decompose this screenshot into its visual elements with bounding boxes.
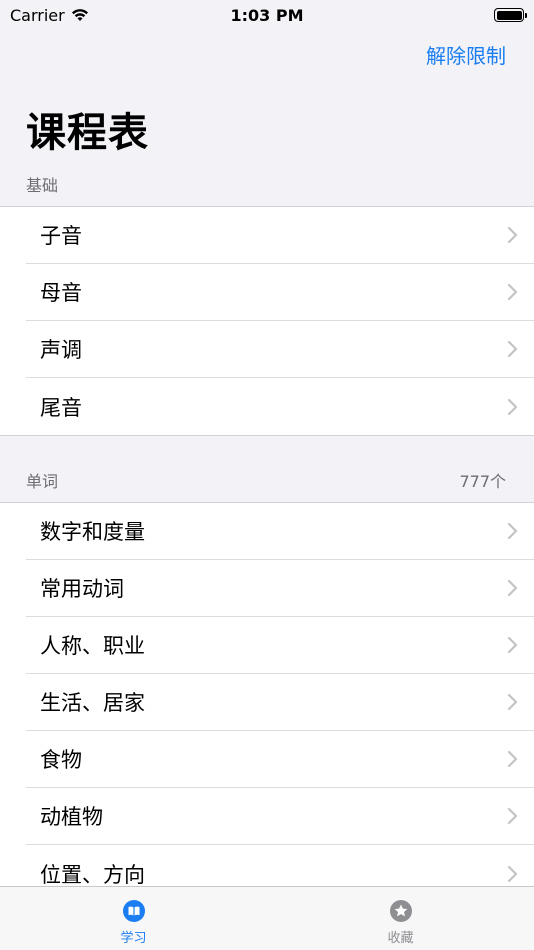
page-title: 课程表	[26, 110, 149, 156]
section-header-label: 基础	[26, 176, 59, 195]
list-item-vowels[interactable]: 母音	[26, 264, 534, 321]
book-icon	[122, 900, 145, 922]
chevron-right-icon	[507, 340, 518, 358]
tab-label: 学习	[120, 931, 147, 946]
list-item-label: 声调	[40, 338, 82, 362]
list-item-label: 尾音	[40, 395, 82, 420]
list-item-label: 食物	[40, 748, 82, 772]
list-item-label: 人称、职业	[40, 634, 145, 658]
list-item-consonants[interactable]: 子音	[26, 207, 534, 264]
section-header-words: 单词 777个	[0, 468, 534, 492]
list-group-basics: 子音 母音 声调 尾音	[0, 206, 534, 436]
chevron-right-icon	[507, 636, 518, 654]
chevron-right-icon	[507, 750, 518, 768]
chevron-right-icon	[507, 226, 518, 244]
tab-favorites[interactable]: 收藏	[267, 887, 534, 950]
chevron-right-icon	[507, 807, 518, 825]
chevron-right-icon	[507, 865, 518, 882]
chevron-right-icon	[507, 398, 518, 415]
chevron-right-icon	[507, 579, 518, 597]
list-item-people[interactable]: 人称、职业	[26, 617, 534, 674]
list-item-label: 生活、居家	[40, 691, 145, 715]
list-item-label: 数字和度量	[40, 520, 145, 544]
unlock-button[interactable]: 解除限制	[426, 40, 506, 69]
list-item-finals[interactable]: 尾音	[26, 378, 534, 435]
status-left: Carrier	[10, 6, 89, 25]
list-item-nature[interactable]: 动植物	[26, 788, 534, 845]
list-item-verbs[interactable]: 常用动词	[26, 560, 534, 617]
section-header-label: 单词	[26, 472, 59, 491]
tab-label: 收藏	[387, 931, 414, 946]
list-group-words: 数字和度量 常用动词 人称、职业 生活、居家 食物 动植物 位置、方向	[0, 502, 534, 903]
list-item-numbers[interactable]: 数字和度量	[26, 503, 534, 560]
tab-bar: 学习 收藏	[0, 886, 534, 950]
wifi-icon	[71, 9, 88, 21]
star-icon	[389, 900, 412, 922]
status-bar: Carrier 1:03 PM	[0, 0, 534, 30]
list-item-label: 位置、方向	[40, 862, 145, 887]
list-item-home[interactable]: 生活、居家	[26, 674, 534, 731]
chevron-right-icon	[507, 693, 518, 711]
list-item-label: 常用动词	[40, 577, 124, 601]
list-item-label: 母音	[40, 281, 82, 305]
list-item-label: 子音	[40, 224, 82, 248]
battery-icon	[494, 8, 527, 22]
carrier-label: Carrier	[10, 5, 65, 25]
list-item-food[interactable]: 食物	[26, 731, 534, 788]
list-item-label: 动植物	[40, 805, 103, 829]
section-header-basics: 基础	[0, 172, 534, 196]
section-header-count: 777个	[459, 472, 506, 491]
chevron-right-icon	[507, 522, 518, 540]
chevron-right-icon	[507, 283, 518, 301]
tab-study[interactable]: 学习	[0, 887, 267, 950]
list-item-tones[interactable]: 声调	[26, 321, 534, 378]
